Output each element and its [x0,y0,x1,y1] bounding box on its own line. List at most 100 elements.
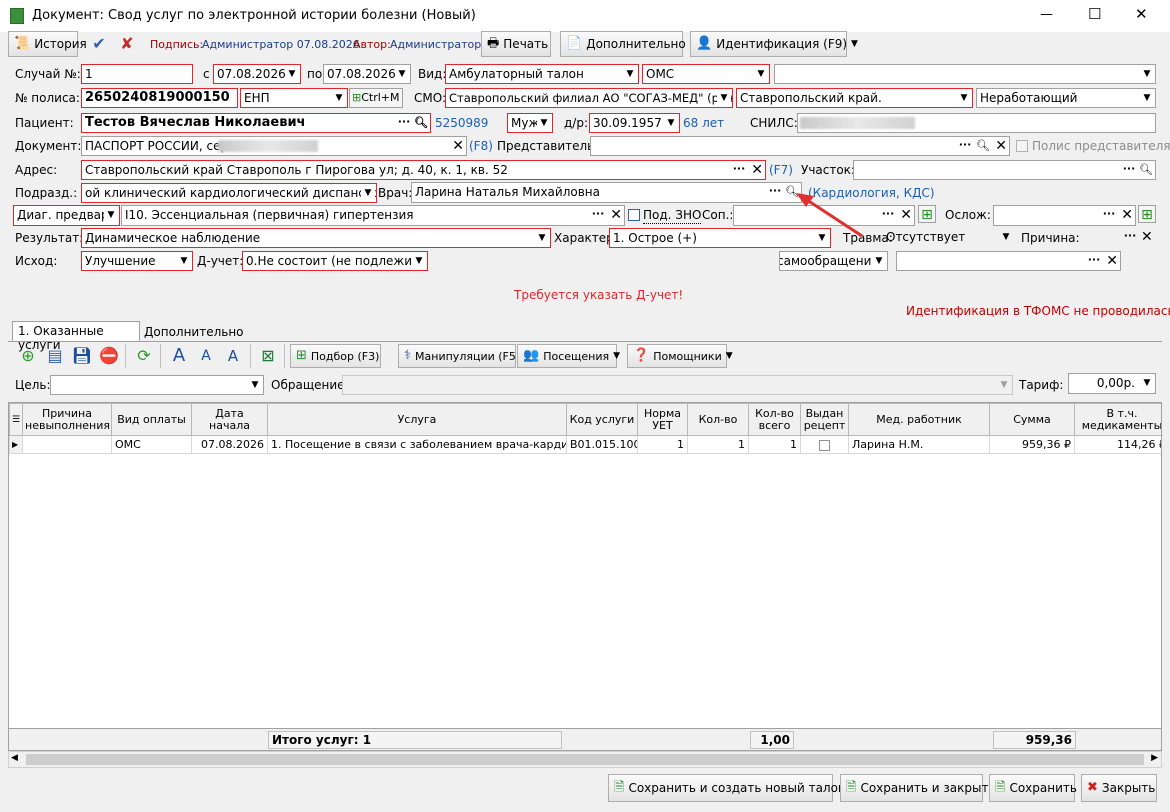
clear-icon[interactable]: ✕ [995,137,1007,155]
scroll-left-icon[interactable]: ◀ [11,753,18,763]
chevron-down-icon[interactable]: ▼ [1140,90,1154,106]
helpers-button[interactable]: ❓ Помощники ▼ [627,344,733,368]
clear-icon[interactable]: ✕ [1121,206,1133,224]
search-icon[interactable]: 🔍︎ [975,137,991,155]
column-header[interactable]: Сумма [989,403,1075,436]
chevron-down-icon[interactable]: ▼ [717,90,731,106]
ellipsis-icon[interactable]: ··· [880,206,896,224]
cell-service[interactable]: 1. Посещение в связи с заболеванием врач… [267,435,567,454]
chevron-down-icon[interactable]: ▼ [535,230,549,246]
dob-field[interactable]: 30.09.1957 ▼ [589,113,680,133]
cell-qty[interactable]: 1 [687,435,749,454]
maximize-button[interactable]: ☐ [1088,6,1101,22]
sex-select[interactable]: Муж. ▼ [507,113,553,133]
dacc-select[interactable]: 0.Не состоит (не подлежит) ▼ [242,251,428,271]
close-button[interactable]: ✖ Закрыть [1081,774,1157,802]
cell-med-worker[interactable]: Ларина Н.М. [848,435,990,454]
tab-additional[interactable]: Дополнительно [141,323,247,341]
tariff-field[interactable]: 0,00р. ▼ [1068,373,1156,394]
minimize-button[interactable]: — [1040,7,1053,23]
diag-type-select[interactable]: Диаг. предвар. ▼ [13,205,120,226]
appeal-select[interactable]: самообращение ▼ [779,251,888,271]
column-header[interactable]: В т.ч. медикаменты [1074,403,1161,436]
clear-icon[interactable]: ✕ [610,206,622,224]
district-field[interactable]: ··· 🔍︎ [853,160,1156,180]
zno-checkbox[interactable] [628,209,640,221]
clear-icon[interactable]: ✕ [751,161,763,179]
ellipsis-icon[interactable]: ··· [1086,252,1102,270]
cell-recipe[interactable] [800,435,849,454]
clear-icon[interactable]: ✕ [1141,228,1153,246]
snils-field[interactable] [797,113,1156,133]
manipulations-button[interactable]: ⚕ Манипуляции (F5) [398,344,520,368]
column-header[interactable]: Кол-во [687,403,749,436]
pick-button[interactable]: ⊞ Подбор (F3) [290,344,381,368]
oslozh-field[interactable]: ··· ✕ [993,205,1136,226]
ellipsis-icon[interactable]: ··· [396,114,412,132]
search-icon[interactable]: 🔍︎ [413,114,429,132]
print-button[interactable]: 🖶 Печать [481,31,551,57]
address-field[interactable]: Ставропольский край Ставрополь г Пирогов… [81,160,766,180]
chevron-down-icon[interactable]: ▼ [332,90,346,106]
column-header[interactable]: Норма УЕТ [637,403,688,436]
save-icon[interactable]: 💾︎ [71,345,93,367]
ellipsis-icon[interactable]: ··· [590,206,606,224]
save-and-close-button[interactable]: 🗎 Сохранить и закрыть [840,774,996,802]
ellipsis-icon[interactable]: ··· [767,183,783,201]
chevron-down-icon[interactable]: ▼ [997,377,1011,393]
policy-number-field[interactable]: 2650240819000150 [81,88,238,108]
chevron-down-icon[interactable]: ▼ [957,90,971,106]
chevron-down-icon[interactable]: ▼ [285,66,299,82]
ellipsis-icon[interactable]: ··· [1121,161,1137,179]
result-select[interactable]: Динамическое наблюдение ▼ [81,228,551,248]
policy-type-field[interactable]: ЕНП ▼ [240,88,348,108]
identification-button[interactable]: 👤 Идентификация (F9) ▼ [690,31,858,57]
search-icon[interactable]: 🔍︎ [1138,161,1154,179]
patient-field[interactable]: Тестов Вячеслав Николаевич ··· 🔍︎ [81,113,431,133]
department-select[interactable]: ой клинический кардиологический диспансе… [81,183,377,203]
ellipsis-icon[interactable]: ··· [957,137,973,155]
cell-pay[interactable]: ОМС [111,435,192,454]
chevron-down-icon[interactable]: ▼ [1140,375,1154,391]
ellipsis-icon[interactable]: ··· [731,161,747,179]
f7-link[interactable]: (F7) [769,162,793,178]
date-to-field[interactable]: 07.08.2026 ▼ [323,64,411,84]
column-header[interactable]: Причина невыполнения [22,403,112,436]
save-and-new-button[interactable]: 🗎Сохранить и создать новый талон▼ [608,774,857,802]
add-icon[interactable]: ⊕ [17,345,39,367]
clear-icon[interactable]: ✕ [452,137,464,155]
chevron-down-icon[interactable]: ▼ [754,66,768,82]
horizontal-scrollbar[interactable]: ◀ ▶ [8,751,1162,768]
chevron-down-icon[interactable]: ▼ [177,253,191,269]
work-status-select[interactable]: Неработающий ▼ [976,88,1156,108]
chevron-down-icon[interactable]: ▼ [623,66,637,82]
chevron-down-icon[interactable]: ▼ [537,115,551,131]
cell-code[interactable]: B01.015.100 [566,435,638,454]
column-header[interactable]: Код услуги [566,403,638,436]
region-select[interactable]: Ставропольский край. ▼ [736,88,973,108]
chevron-down-icon[interactable]: ▼ [872,253,886,269]
font-decrease-icon[interactable]: A [195,345,217,367]
scroll-right-icon[interactable]: ▶ [1151,753,1158,763]
cell-uet[interactable]: 1 [637,435,688,454]
add-sop-icon[interactable]: ⊞ [918,205,936,223]
tab-services[interactable]: 1. Оказанные услуги [12,321,140,352]
goal-select[interactable]: ▼ [50,375,264,395]
cell-sum[interactable]: 959,36 ₽ [989,435,1075,454]
smo-select[interactable]: Ставропольский филиал АО "СОГАЗ-МЕД" (ра… [445,88,733,108]
outcome-select[interactable]: Улучшение ▼ [81,251,193,271]
table-row[interactable]: ▶ ОМС 07.08.2026 1. Посещение в связи с … [9,435,1161,454]
chevron-down-icon[interactable]: ▼ [412,253,426,269]
case-number-field[interactable]: 1 [81,64,193,84]
visits-button[interactable]: 👥 Посещения ▼ [517,344,620,368]
document-field[interactable]: ПАСПОРТ РОССИИ, сер ✕ [81,136,467,156]
scroll-thumb[interactable] [26,754,1144,765]
clear-icon[interactable]: ✕ [900,206,912,224]
kind-select[interactable]: Амбулаторный талон ▼ [445,64,639,84]
font-increase-icon[interactable]: A [168,345,190,367]
diagnosis-field[interactable]: I10. Эссенциальная (первичная) гипертенз… [121,205,625,226]
appeal-filter-select[interactable]: ▼ [342,375,1013,395]
date-from-field[interactable]: 07.08.2026 ▼ [213,64,301,84]
delete-icon[interactable]: ⛔ [98,345,120,367]
recipe-checkbox[interactable] [819,439,830,451]
